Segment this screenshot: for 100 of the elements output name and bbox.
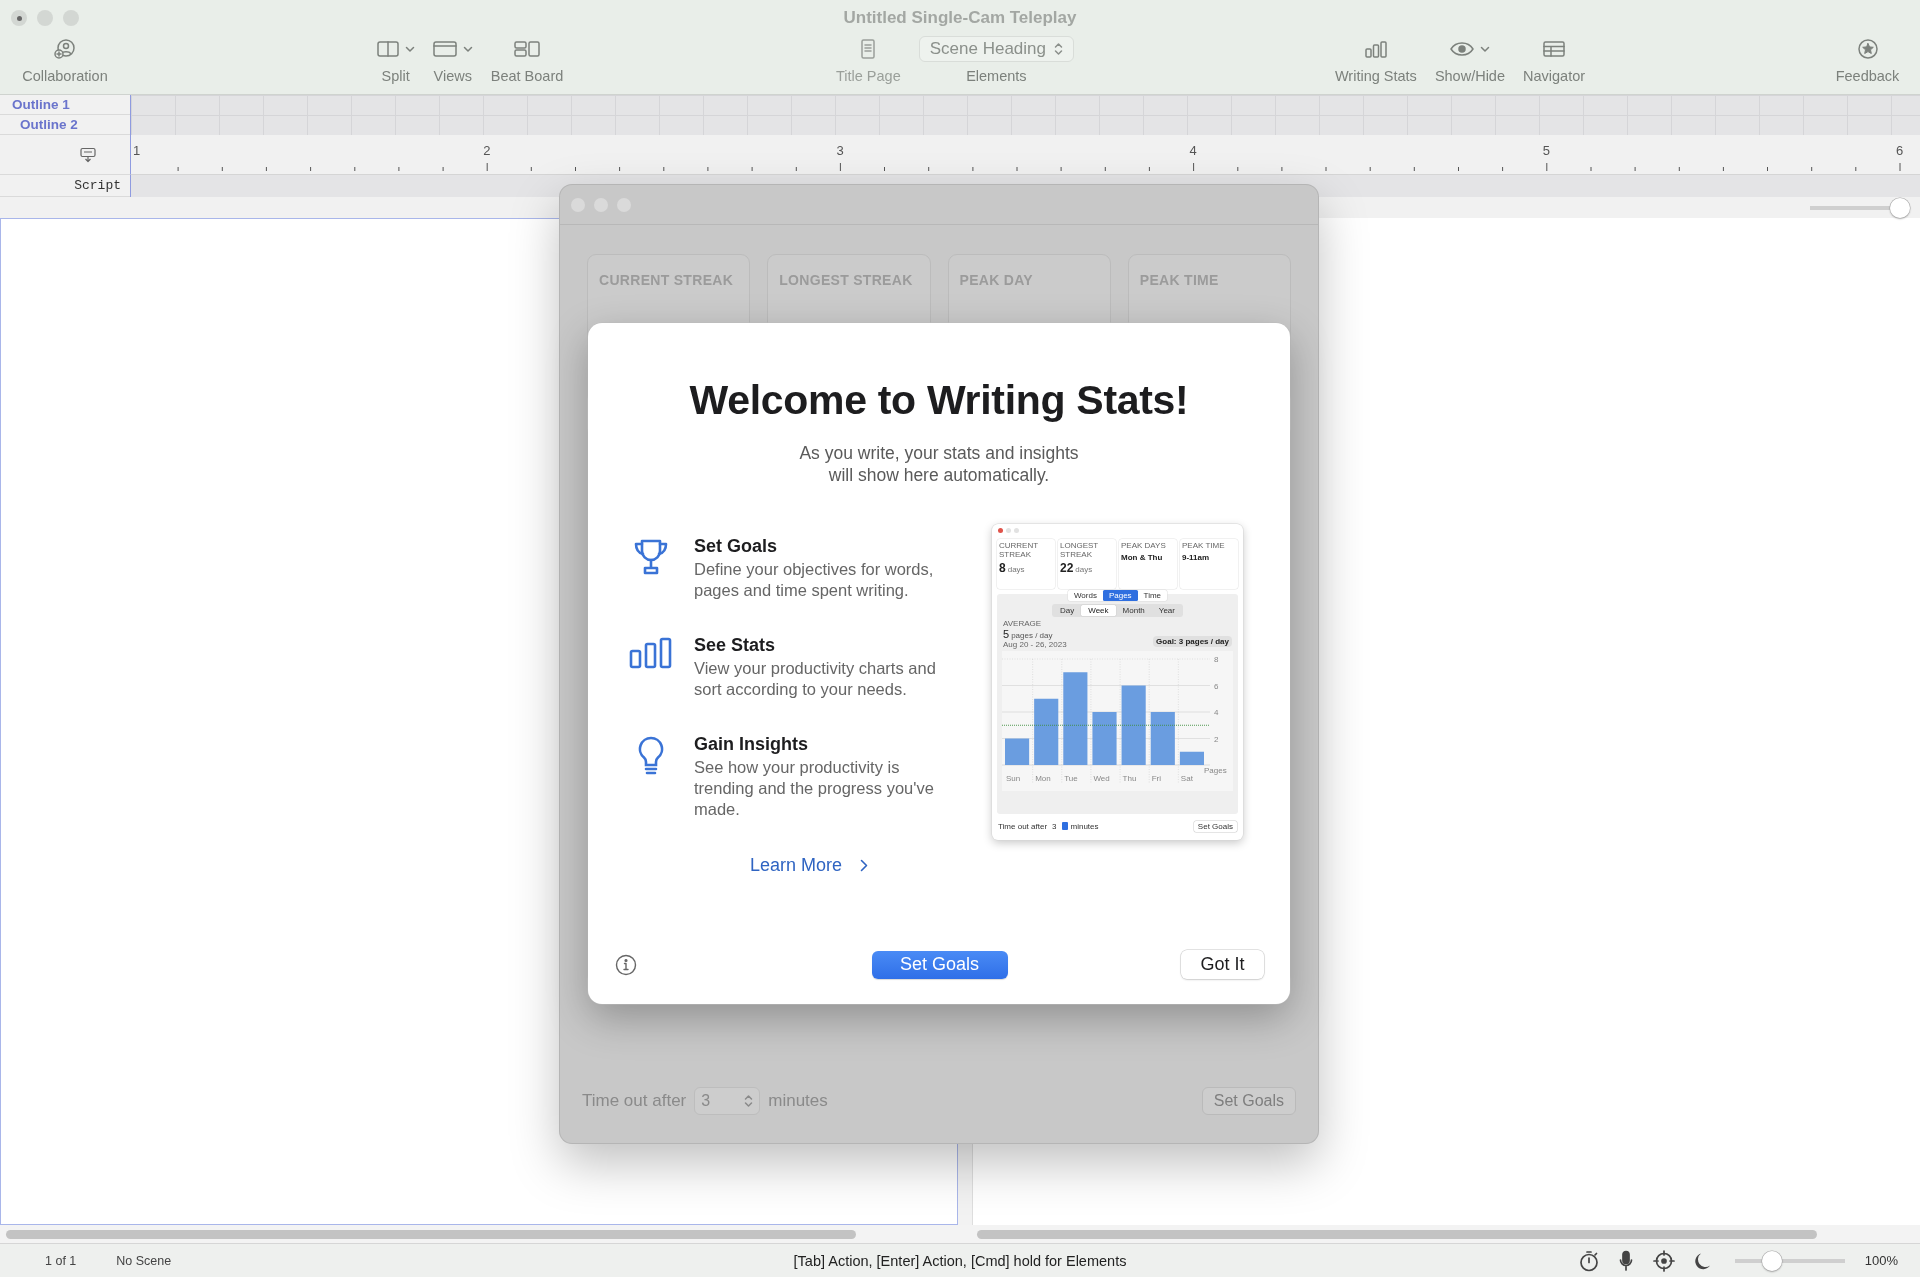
info-icon[interactable] <box>615 953 637 976</box>
toolbar-button[interactable]: Collaboration <box>22 36 108 84</box>
toolbar-button[interactable]: Views <box>432 36 473 84</box>
axis-label: Sat <box>1180 774 1193 783</box>
split-view-icon <box>376 40 399 58</box>
average-value: 5 <box>1003 628 1010 640</box>
stat-value: 22 <box>1060 561 1074 575</box>
page-icon <box>860 39 877 59</box>
period-tab[interactable]: Month <box>1115 605 1152 616</box>
chevron-icon <box>860 859 869 872</box>
stat-label: PEAK DAYS <box>1121 542 1167 551</box>
feature-title: Set Goals <box>694 536 779 557</box>
feature-title: Gain Insights <box>694 734 809 755</box>
toolbar-label: Elements <box>966 68 1027 84</box>
number-stepper[interactable]: 3 <box>694 1087 761 1115</box>
toolbar-button[interactable]: Beat Board <box>490 36 564 84</box>
toolbar-button[interactable]: Split <box>376 36 415 84</box>
slider[interactable] <box>1810 197 1910 218</box>
page-count: 1 of 1 <box>45 1253 77 1268</box>
feature-description: Define your objectives for words, pages and time spent writing. <box>694 559 935 601</box>
period-tab[interactable]: Year <box>1151 605 1182 616</box>
date-range: Aug 20 - 26, 2023 <box>1003 640 1067 649</box>
ruler-number: 5 <box>1542 143 1551 158</box>
bar-chart-icon <box>629 637 673 669</box>
toolbar-button[interactable]: Navigator <box>1523 36 1586 84</box>
board-icon <box>514 40 540 58</box>
scroll-bar[interactable] <box>6 1229 856 1239</box>
stat-value: 9-11am <box>1182 552 1210 562</box>
timer-icon[interactable] <box>1578 1249 1599 1272</box>
period-tab[interactable]: Day <box>1053 605 1082 616</box>
chart-bar <box>1179 751 1204 765</box>
updown-icon <box>1054 42 1063 56</box>
axis-tick-label: 6 <box>1214 681 1219 691</box>
eye-icon <box>1449 41 1474 57</box>
learn-more-link[interactable]: Learn More <box>749 855 869 876</box>
shortcut-hint: [Tab] Action, [Enter] Action, [Cmd] hold for Elements <box>793 1252 1127 1269</box>
slider-thumb[interactable] <box>1761 1250 1782 1271</box>
axis-label: Fri <box>1151 774 1162 783</box>
collaboration-icon <box>53 38 77 60</box>
toolbar-button[interactable]: Show/Hide <box>1434 36 1505 84</box>
stat-value: 8 <box>999 561 1006 575</box>
timeout-label: Time out after <box>998 821 1048 831</box>
chart-bar <box>1150 712 1175 765</box>
bar-chart-icon <box>1363 40 1388 58</box>
axis-tick-label: 4 <box>1214 708 1219 717</box>
trophy-icon <box>634 538 668 576</box>
ruler-number: 2 <box>483 143 491 158</box>
chart-bar <box>1092 712 1117 765</box>
metric-tab[interactable]: Words <box>1067 590 1103 601</box>
average-unit: pages / day <box>1011 631 1053 640</box>
metric-tab[interactable]: Pages <box>1102 590 1138 601</box>
stat-label: CURRENT STREAK <box>999 542 1039 559</box>
feature-description: See how your productivity is trending and the progress you've made. <box>694 757 935 820</box>
axis-label: Wed <box>1093 774 1110 783</box>
period-tab[interactable]: Week <box>1081 605 1116 616</box>
window-control[interactable] <box>11 10 27 26</box>
stepper-icon[interactable] <box>1061 822 1068 830</box>
axis-label: Mon <box>1035 774 1051 783</box>
element-popup[interactable]: Scene Heading <box>918 36 1074 62</box>
ruler-number: 3 <box>836 143 844 158</box>
ruler-number: 4 <box>1189 143 1197 158</box>
unit-label: minutes <box>1070 821 1099 831</box>
chart-bar <box>1034 698 1059 765</box>
slider-thumb[interactable] <box>1890 197 1910 218</box>
axis-tick-label: 2 <box>1214 734 1219 744</box>
stat-unit: days <box>1007 565 1025 574</box>
timeout-label: Time out after <box>582 1091 687 1111</box>
average-label: AVERAGE <box>1003 619 1043 628</box>
scene-label: No Scene <box>116 1253 172 1268</box>
stat-unit: days <box>1075 565 1093 574</box>
zoom-label: 100% <box>1864 1253 1898 1268</box>
axis-label: Thu <box>1122 774 1137 783</box>
crosshair-icon[interactable] <box>1652 1249 1675 1272</box>
stat-label: PEAK TIME <box>1182 542 1226 551</box>
updown-icon <box>744 1094 754 1108</box>
got-it-button[interactable]: Got It <box>1181 950 1264 979</box>
axis-title: Pages <box>1204 766 1227 775</box>
window-title: Untitled Single-Cam Teleplay <box>843 8 1077 27</box>
set-goals-button[interactable]: Set Goals <box>871 950 1008 979</box>
ruler-number: 6 <box>1896 143 1904 158</box>
number-field[interactable]: 3 <box>1050 821 1059 831</box>
feature-description: View your productivity charts and sort according to your needs. <box>694 658 937 700</box>
scroll-bar[interactable] <box>977 1229 1817 1239</box>
set-goals-button[interactable]: Set Goals <box>1193 820 1237 832</box>
toolbar-button[interactable]: Writing Stats <box>1334 36 1417 84</box>
microphone-icon[interactable] <box>1618 1249 1633 1272</box>
axis-tick-label: 8 <box>1214 655 1219 664</box>
metric-tab[interactable]: Time <box>1137 590 1168 601</box>
dialog-subtitle: As you write, your stats and insights will show here automatically. <box>798 442 1080 486</box>
feature-title: See Stats <box>694 635 777 656</box>
insert-icon[interactable] <box>80 146 96 163</box>
stat-label: LONGEST STREAK <box>1060 542 1100 559</box>
moon-icon[interactable] <box>1694 1251 1711 1270</box>
set-goals-button[interactable]: Set Goals <box>1201 1087 1296 1115</box>
chart-bar <box>1005 738 1030 765</box>
unit-label: minutes <box>768 1091 828 1111</box>
stat-value: Mon & Thu <box>1121 552 1163 562</box>
toolbar-button[interactable]: Feedback <box>1835 36 1900 84</box>
axis-label: Sun <box>1006 774 1021 783</box>
window-icon <box>432 40 457 58</box>
